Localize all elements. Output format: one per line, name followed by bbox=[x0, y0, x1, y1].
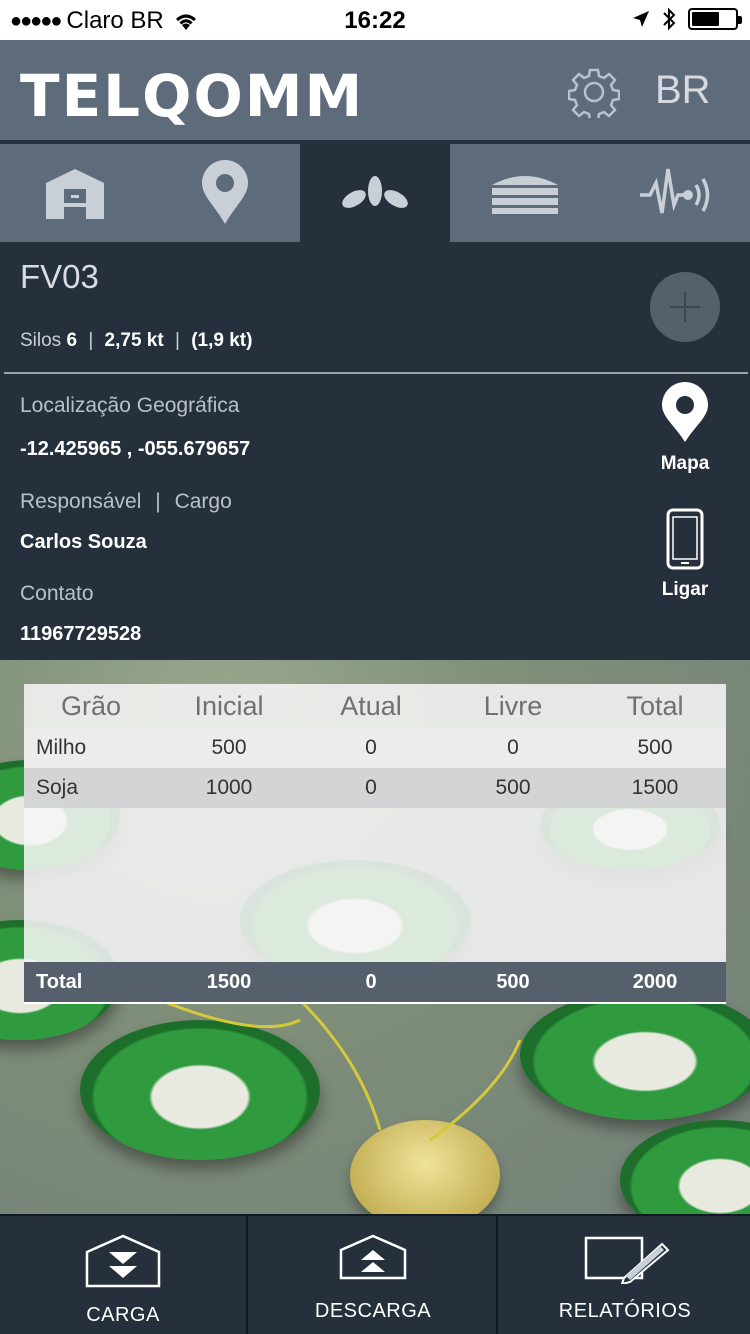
responsible-cargo-label: Responsável | Cargo bbox=[20, 490, 232, 513]
contact-value: 11967729528 bbox=[20, 623, 142, 645]
plus-icon bbox=[670, 292, 700, 322]
tab-silos[interactable] bbox=[450, 144, 600, 242]
bottom-action-bar: CARGA DESCARGA RELATÓRIOS bbox=[0, 1214, 750, 1334]
coordinates-value: -12.425965 , -055.679657 bbox=[20, 438, 251, 460]
site-info-panel: FV03 Silos 6 | 2,75 kt | (1,9 kt) Locali… bbox=[0, 242, 750, 660]
header-free: Livre bbox=[483, 690, 543, 721]
load-label: CARGA bbox=[86, 1304, 160, 1326]
reports-button[interactable]: RELATÓRIOS bbox=[500, 1216, 750, 1334]
silos-count: 6 bbox=[66, 330, 78, 351]
app-logo: TELQOMM bbox=[20, 62, 365, 130]
silos-label: Silos bbox=[20, 330, 62, 351]
tab-warehouse[interactable] bbox=[0, 144, 150, 242]
map-label: Mapa bbox=[660, 453, 710, 474]
grain-leaves-icon bbox=[342, 176, 408, 208]
responsible-label: Responsável bbox=[20, 490, 142, 513]
location-label: Localização Geográfica bbox=[20, 394, 240, 417]
footer-initial: 1500 bbox=[206, 970, 252, 993]
warehouse-icon bbox=[46, 169, 104, 219]
responsible-name: Carlos Souza bbox=[20, 531, 147, 553]
table-footer-row: Total 1500 0 500 2000 bbox=[24, 962, 726, 1002]
signal-wave-icon bbox=[640, 168, 710, 214]
battery-level bbox=[692, 12, 720, 26]
unload-button[interactable]: DESCARGA bbox=[250, 1216, 498, 1334]
cell-free: 0 bbox=[507, 736, 519, 759]
footer-total: 2000 bbox=[632, 970, 678, 993]
site-name: FV03 bbox=[20, 258, 99, 295]
cell-current: 0 bbox=[365, 736, 377, 759]
table-header-row: Grão Inicial Atual Livre Total bbox=[24, 684, 726, 728]
report-edit-icon bbox=[584, 1236, 670, 1284]
divider bbox=[4, 372, 748, 374]
unload-label: DESCARGA bbox=[314, 1300, 432, 1322]
table-row[interactable]: Milho 500 0 0 500 bbox=[24, 728, 726, 768]
footer-current: 0 bbox=[365, 970, 377, 993]
app-header: TELQOMM BR bbox=[0, 40, 750, 140]
cell-grain: Milho bbox=[36, 736, 87, 759]
cell-total: 1500 bbox=[631, 776, 679, 799]
header-current: Atual bbox=[340, 690, 402, 721]
silo-layers-icon bbox=[492, 176, 558, 214]
location-pin-icon bbox=[202, 160, 248, 224]
tab-sensors[interactable] bbox=[600, 144, 750, 242]
role-label: Cargo bbox=[174, 490, 232, 513]
tab-grains[interactable] bbox=[300, 144, 450, 242]
load-down-arrow-icon bbox=[85, 1234, 161, 1288]
battery-icon bbox=[688, 8, 742, 30]
cell-total: 500 bbox=[637, 736, 673, 759]
tab-bar bbox=[0, 140, 750, 242]
cell-free: 500 bbox=[495, 776, 531, 799]
footer-label: Total bbox=[36, 970, 83, 993]
cell-grain: Soja bbox=[36, 776, 79, 799]
table-row[interactable]: Soja 1000 0 500 1500 bbox=[24, 768, 726, 808]
unload-up-arrow-icon bbox=[339, 1234, 407, 1280]
cell-initial: 500 bbox=[211, 736, 247, 759]
settings-gear-icon[interactable] bbox=[568, 66, 620, 118]
contact-label: Contato bbox=[20, 582, 94, 605]
language-selector[interactable]: BR bbox=[655, 68, 711, 113]
map-button[interactable]: Mapa bbox=[640, 382, 730, 475]
cell-current: 0 bbox=[365, 776, 377, 799]
bluetooth-icon bbox=[663, 7, 676, 31]
location-arrow-icon bbox=[633, 11, 649, 27]
header-grain: Grão bbox=[60, 690, 122, 721]
grain-table: Grão Inicial Atual Livre Total Milho 500… bbox=[24, 684, 726, 1004]
silos-summary: Silos 6 | 2,75 kt | (1,9 kt) bbox=[20, 330, 253, 351]
tab-location[interactable] bbox=[150, 144, 300, 242]
call-label: Ligar bbox=[661, 579, 709, 600]
call-button[interactable]: Ligar bbox=[640, 508, 730, 601]
cell-initial: 1000 bbox=[205, 776, 253, 799]
reports-label: RELATÓRIOS bbox=[558, 1300, 692, 1322]
header-total: Total bbox=[626, 690, 684, 721]
capacity-value: 2,75 kt bbox=[104, 330, 164, 351]
status-bar: ●●●●● Claro BR 16:22 bbox=[0, 0, 750, 40]
load-button[interactable]: CARGA bbox=[0, 1216, 248, 1334]
used-capacity-value: (1,9 kt) bbox=[191, 330, 253, 351]
map-pin-icon bbox=[662, 382, 708, 442]
footer-free: 500 bbox=[496, 970, 530, 993]
header-initial: Inicial bbox=[194, 690, 264, 721]
phone-icon bbox=[666, 508, 704, 570]
add-button[interactable] bbox=[650, 272, 720, 342]
